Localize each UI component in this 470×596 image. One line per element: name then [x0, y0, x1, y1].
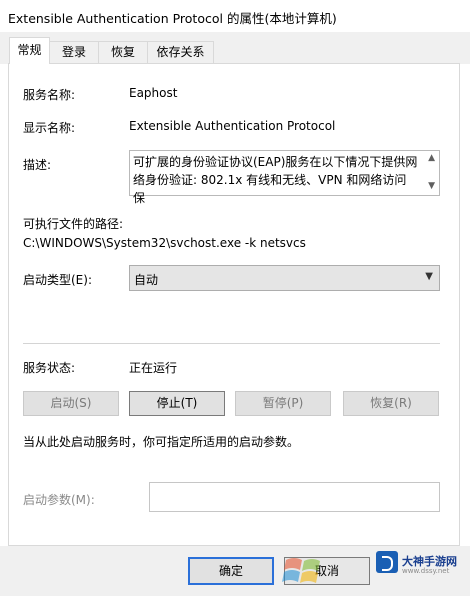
scroll-down-icon[interactable]: ▼: [428, 181, 435, 191]
exe-path-value: C:\WINDOWS\System32\svchost.exe -k netsv…: [23, 236, 306, 250]
pause-button[interactable]: 暂停(P): [235, 391, 331, 416]
service-name-value: Eaphost: [129, 86, 178, 100]
tab-recovery[interactable]: 恢复: [98, 41, 148, 63]
exe-path-label: 可执行文件的路径:: [23, 217, 124, 231]
service-status-label: 服务状态:: [23, 361, 76, 375]
start-button[interactable]: 启动(S): [23, 391, 119, 416]
start-params-label: 启动参数(M):: [23, 493, 95, 507]
windows-flag-icon: [282, 558, 320, 583]
description-line-2: 络身份验证: 802.1x 有线和无线、VPN 和网络访问保: [133, 173, 407, 205]
start-params-hint: 当从此处启动服务时，你可指定所适用的启动参数。: [23, 435, 300, 449]
resume-button[interactable]: 恢复(R): [343, 391, 439, 416]
description-line-1: 可扩展的身份验证协议(EAP)服务在以下情况下提供网: [133, 155, 418, 169]
ok-button[interactable]: 确定: [188, 557, 274, 585]
tab-dependencies[interactable]: 依存关系: [147, 41, 214, 63]
description-box[interactable]: 可扩展的身份验证协议(EAP)服务在以下情况下提供网 络身份验证: 802.1x…: [129, 150, 440, 205]
startup-type-select[interactable]: 自动 ▼: [129, 265, 440, 291]
startup-type-label: 启动类型(E):: [23, 273, 92, 287]
window-title: Extensible Authentication Protocol 的属性(本…: [8, 11, 337, 26]
tab-logon[interactable]: 登录: [49, 41, 99, 63]
chevron-down-icon: ▼: [425, 271, 433, 282]
description-text: 可扩展的身份验证协议(EAP)服务在以下情况下提供网 络身份验证: 802.1x…: [133, 153, 418, 207]
service-status-value: 正在运行: [129, 361, 178, 375]
display-name-value: Extensible Authentication Protocol: [129, 119, 336, 133]
description-label: 描述:: [23, 158, 52, 172]
general-panel: [8, 63, 460, 546]
separator: [23, 343, 440, 344]
title-bar: Extensible Authentication Protocol 的属性(本…: [0, 0, 470, 32]
display-name-label: 显示名称:: [23, 121, 76, 135]
start-params-input[interactable]: [149, 482, 440, 512]
watermark-logo-icon: [376, 551, 398, 573]
tab-general[interactable]: 常规: [9, 37, 50, 64]
startup-type-value: 自动: [134, 273, 159, 287]
stop-button[interactable]: 停止(T): [129, 391, 225, 416]
service-name-label: 服务名称:: [23, 88, 76, 102]
watermark-url: www.dssy.net: [402, 567, 450, 575]
scroll-up-icon[interactable]: ▲: [428, 153, 435, 163]
